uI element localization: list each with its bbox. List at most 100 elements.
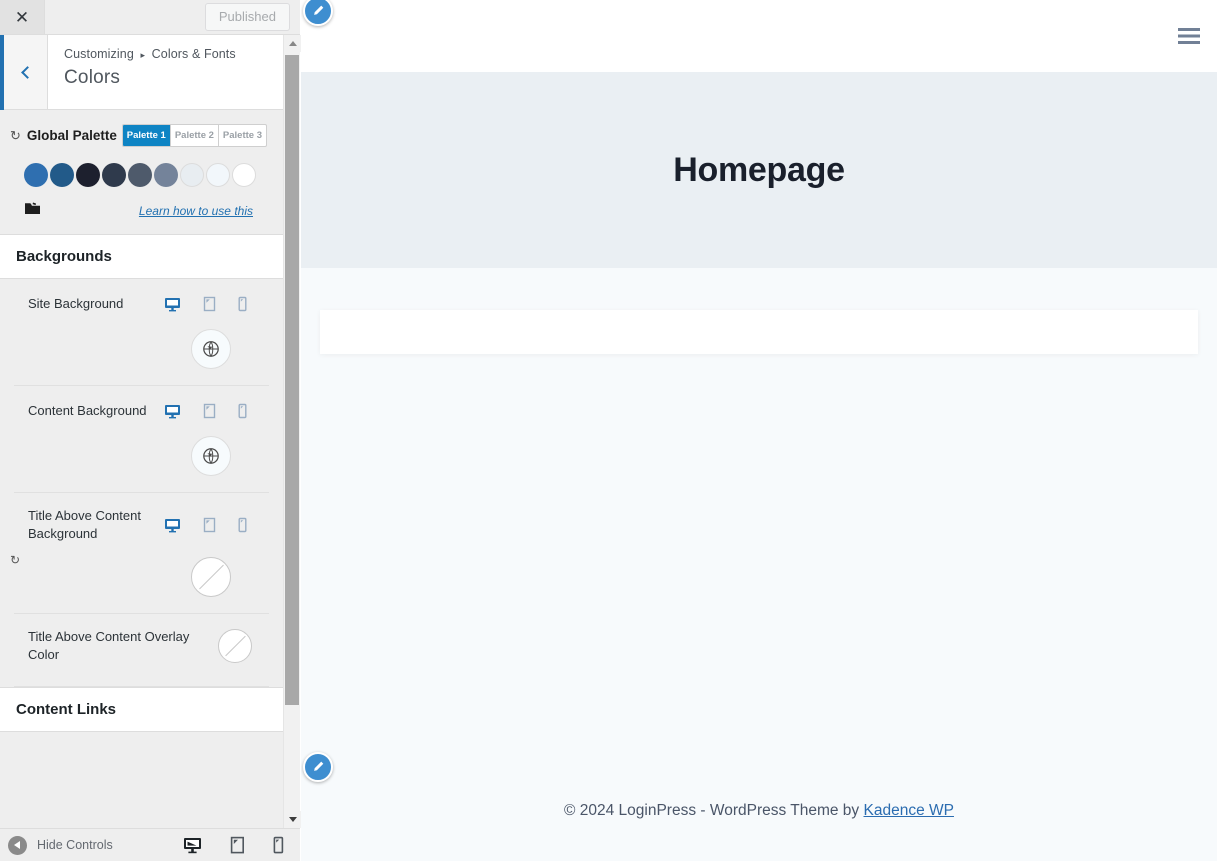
close-customizer-button[interactable]: ✕ — [0, 0, 45, 34]
caret-down-icon — [288, 817, 297, 822]
folder-icon[interactable] — [24, 201, 41, 220]
tablet-icon[interactable] — [230, 836, 245, 854]
mobile-icon[interactable] — [238, 403, 247, 419]
site-header — [301, 0, 1217, 72]
global-palette-header: ↺ Global Palette Palette 1 Palette 2 Pal… — [10, 124, 267, 147]
desktop-icon[interactable] — [164, 517, 181, 533]
palette-swatch[interactable] — [232, 163, 256, 187]
color-swatch-button[interactable] — [191, 557, 231, 597]
palette-swatch[interactable] — [128, 163, 152, 187]
breadcrumb-separator-icon: ▸ — [140, 50, 146, 60]
folder-glyph — [25, 202, 40, 214]
color-swatch-button[interactable] — [191, 436, 231, 476]
hero-title: Homepage — [673, 150, 845, 189]
customizer-header: ✕ Published — [0, 0, 300, 35]
customizer-sidebar: ✕ Published Customizing ▸ Colors & Fonts… — [0, 0, 301, 861]
desktop-icon[interactable] — [164, 296, 181, 312]
device-toggle-group — [164, 517, 247, 533]
globe-icon — [203, 341, 219, 357]
palette-swatch[interactable] — [50, 163, 74, 187]
chevron-left-icon — [21, 65, 34, 79]
global-palette-label: Global Palette — [26, 128, 117, 143]
color-swatch-button[interactable] — [218, 629, 252, 663]
tab-palette-2[interactable]: Palette 2 — [171, 125, 219, 146]
control-label: Content Background — [28, 403, 147, 418]
sidebar-scrollbar[interactable] — [283, 35, 301, 828]
tablet-icon[interactable] — [203, 517, 216, 533]
publish-area: Published — [45, 3, 300, 31]
panel-title-group: Customizing ▸ Colors & Fonts Colors — [48, 35, 236, 109]
collapse-icon — [8, 835, 27, 855]
scroll-up-button[interactable] — [284, 35, 301, 52]
global-palette-footer: Learn how to use this — [24, 201, 267, 220]
section-header-content-links[interactable]: Content Links — [0, 687, 283, 732]
control-label: Title Above Content Background — [28, 508, 141, 541]
breadcrumb-parent: Colors & Fonts — [151, 47, 236, 61]
device-toggle-group — [164, 296, 247, 312]
footer-device-group — [183, 836, 300, 854]
palette-swatch[interactable] — [76, 163, 100, 187]
control-title-above-content-overlay-color: Title Above Content Overlay Color — [14, 614, 269, 687]
learn-how-link[interactable]: Learn how to use this — [139, 204, 253, 218]
desktop-icon[interactable] — [183, 836, 202, 854]
tab-palette-1[interactable]: Palette 1 — [122, 125, 171, 146]
desktop-icon[interactable] — [164, 403, 181, 419]
global-palette-control: ↺ Global Palette Palette 1 Palette 2 Pal… — [0, 110, 283, 234]
customizer-footer: Hide Controls — [0, 828, 300, 861]
breadcrumb-root: Customizing — [64, 47, 134, 61]
palette-swatch-row — [24, 163, 267, 187]
color-picker-area — [28, 315, 253, 385]
section-header-backgrounds[interactable]: Backgrounds — [0, 234, 283, 279]
hamburger-menu-icon[interactable] — [1177, 27, 1201, 45]
control-title-above-content-background: ↺ Title Above Content Background — [10, 493, 269, 614]
control-header: Title Above Content Overlay Color — [28, 628, 253, 664]
reset-icon[interactable]: ↺ — [10, 128, 21, 144]
palette-swatch[interactable] — [206, 163, 230, 187]
footer-copyright-text: © 2024 LoginPress - WordPress Theme by — [564, 802, 864, 819]
caret-up-icon — [288, 41, 297, 46]
control-label: Title Above Content Overlay Color — [28, 629, 190, 662]
device-toggle-group — [164, 403, 247, 419]
scroll-down-button[interactable] — [284, 811, 301, 828]
wp-customizer-screen: ✕ Published Customizing ▸ Colors & Fonts… — [0, 0, 1217, 861]
color-swatch-button[interactable] — [191, 329, 231, 369]
scrollbar-thumb[interactable] — [285, 55, 299, 705]
pencil-icon — [314, 761, 324, 771]
mobile-icon[interactable] — [273, 836, 284, 854]
palette-swatch[interactable] — [24, 163, 48, 187]
close-icon: ✕ — [14, 7, 30, 27]
edit-shortcut-footer[interactable] — [303, 752, 333, 782]
page-title: Colors — [64, 67, 121, 88]
reset-icon[interactable]: ↺ — [10, 553, 20, 567]
globe-icon — [203, 448, 219, 464]
palette-tab-group: Palette 1 Palette 2 Palette 3 — [121, 124, 267, 147]
tablet-icon[interactable] — [203, 403, 216, 419]
hide-controls-label: Hide Controls — [37, 838, 113, 852]
control-content-background: Content Background — [14, 386, 269, 493]
palette-swatch[interactable] — [102, 163, 126, 187]
panel-body: ↺ Global Palette Palette 1 Palette 2 Pal… — [0, 110, 283, 828]
palette-swatch[interactable] — [180, 163, 204, 187]
palette-swatch[interactable] — [154, 163, 178, 187]
pencil-icon — [314, 5, 324, 15]
hide-controls-button[interactable]: Hide Controls — [0, 835, 113, 855]
color-picker-area — [28, 543, 253, 613]
site-preview-frame: Homepage © 2024 LoginPress - WordPress T… — [301, 0, 1217, 861]
tablet-icon[interactable] — [203, 296, 216, 312]
content-card — [320, 310, 1198, 354]
publish-button[interactable]: Published — [204, 3, 290, 31]
control-header: Site Background — [28, 293, 253, 315]
back-button[interactable] — [4, 35, 48, 109]
mobile-icon[interactable] — [238, 296, 247, 312]
tab-palette-3[interactable]: Palette 3 — [219, 125, 266, 146]
content-area — [301, 268, 1217, 354]
breadcrumb: Customizing ▸ Colors & Fonts — [64, 47, 236, 61]
panel-header: Customizing ▸ Colors & Fonts Colors — [0, 35, 300, 110]
color-picker-area — [218, 629, 252, 663]
site-footer: © 2024 LoginPress - WordPress Theme by K… — [301, 761, 1217, 861]
kadence-wp-link[interactable]: Kadence WP — [864, 802, 954, 819]
hero-title-section: Homepage — [301, 72, 1217, 268]
control-label: Site Background — [28, 296, 124, 311]
footer-copyright: © 2024 LoginPress - WordPress Theme by K… — [564, 802, 954, 820]
mobile-icon[interactable] — [238, 517, 247, 533]
